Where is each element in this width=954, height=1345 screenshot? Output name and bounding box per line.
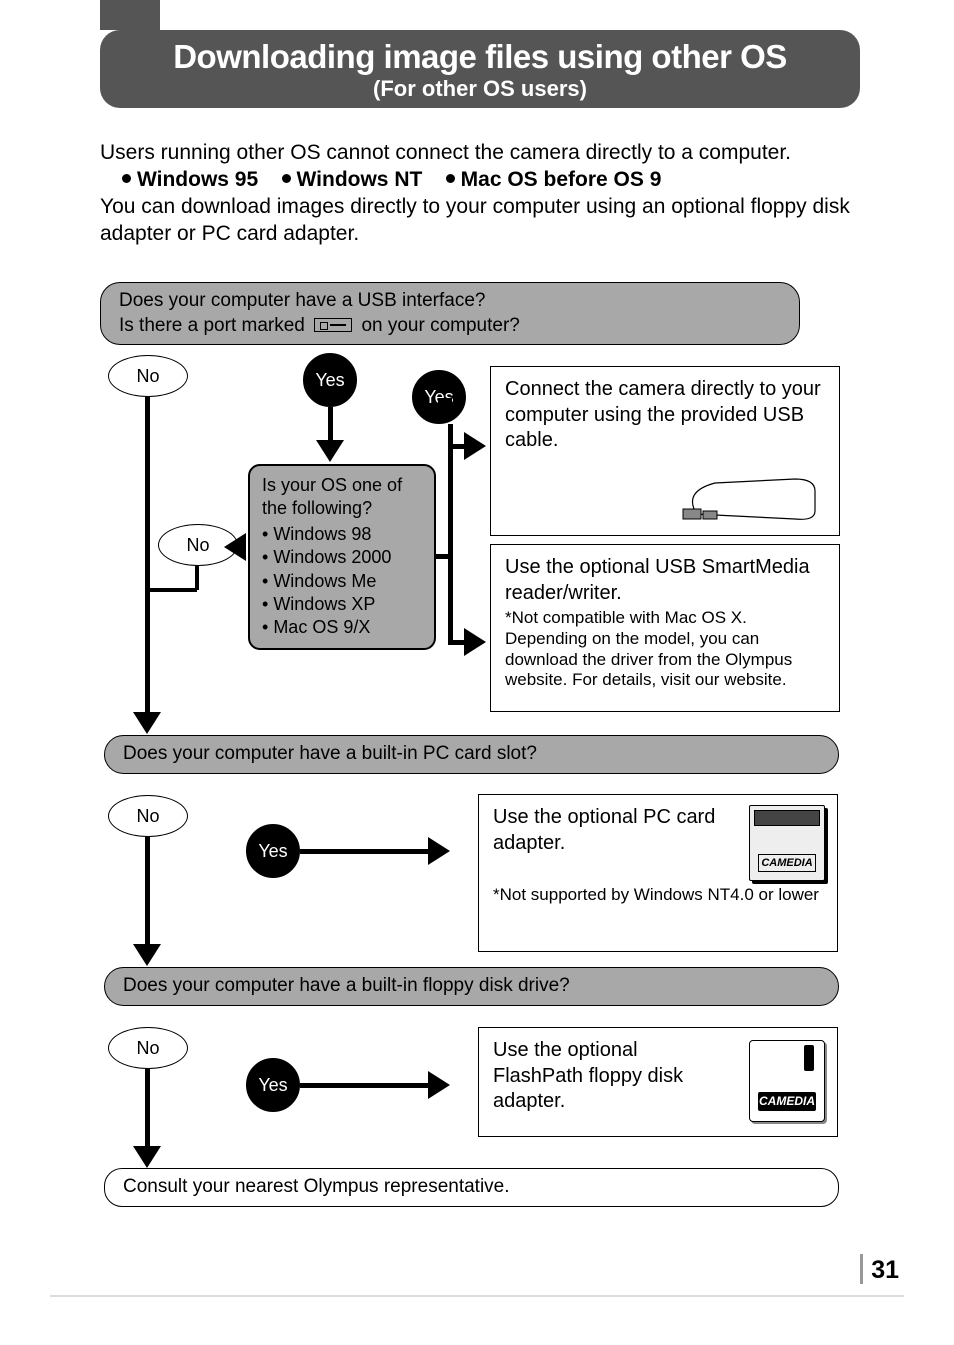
pc-card-brand: CAMEDIA [758,854,816,872]
os-compat-list: Windows 95 Windows NT Mac OS before OS 9 [100,167,860,194]
answer-yes: Yes [246,1058,300,1112]
arrow-segment [300,849,430,854]
consult-representative: Consult your nearest Olympus representat… [104,1168,839,1207]
os-box-item: Windows 98 [262,523,422,546]
result-usb-cable: Connect the camera directly to your comp… [490,366,840,536]
page-header: Downloading image files using other OS (… [100,30,860,108]
os-item: Mac OS before OS 9 [461,168,662,191]
arrow-segment [145,1069,150,1149]
floppy-brand: CAMEDIA [758,1092,816,1111]
usb-port-icon [314,318,352,332]
arrow-segment [145,397,150,717]
arrow-head [133,712,161,734]
usb-cable-icon [675,471,825,527]
arrow-segment [328,407,333,443]
arrow-head [464,628,486,656]
arrow-head [133,944,161,966]
arrow-segment [147,588,197,592]
result-text: Use the optional USB SmartMedia reader/w… [505,555,825,606]
intro-line-1: Users running other OS cannot connect th… [100,140,860,167]
intro-line-2: You can download images directly to your… [100,194,860,248]
floppy-icon: CAMEDIA [749,1040,825,1122]
arrow-segment [300,1083,430,1088]
arrow-head [224,533,246,561]
pc-card-icon: CAMEDIA [749,805,825,881]
arrow-head [428,837,450,865]
intro-text: Users running other OS cannot connect th… [100,140,860,248]
answer-no: No [108,795,188,837]
answer-no: No [108,1027,188,1069]
arrow-head [133,1146,161,1168]
os-item: Windows 95 [137,168,258,191]
result-text: Use the optional FlashPath floppy disk a… [493,1038,723,1115]
answer-no: No [108,355,188,397]
question-usb-interface: Does your computer have a USB interface?… [100,282,800,345]
page-number: 31 [860,1254,899,1285]
page-subtitle: (For other OS users) [110,76,850,102]
result-smartmedia-reader: Use the optional USB SmartMedia reader/w… [490,544,840,712]
answer-yes: Yes [303,353,357,407]
question-pc-card-slot: Does your computer have a built-in PC ca… [104,735,839,774]
result-flashpath-adapter: Use the optional FlashPath floppy disk a… [478,1027,838,1137]
result-text: Use the optional PC card adapter. [493,805,723,856]
os-box-list: Windows 98 Windows 2000 Windows Me Windo… [262,523,422,640]
arrow-head [428,1071,450,1099]
result-note: *Not supported by Windows NT4.0 or lower [493,884,823,906]
result-pc-card-adapter: Use the optional PC card adapter. CAMEDI… [478,794,838,952]
arrow-segment [195,566,199,590]
os-box-item: Windows 2000 [262,546,422,569]
result-text: Connect the camera directly to your comp… [505,377,825,454]
footer-divider [50,1295,904,1297]
result-note: *Not compatible with Mac OS X. Depending… [505,608,825,691]
header-tab [100,0,160,30]
arrow-head [316,440,344,462]
arrow-segment [145,837,150,947]
os-item: Windows NT [297,168,423,191]
os-box-prompt: Is your OS one of the following? [262,474,422,521]
arrow-segment [436,554,452,559]
arrow-segment [438,398,452,403]
page-title: Downloading image files using other OS [110,38,850,76]
os-box-item: Mac OS 9/X [262,616,422,639]
q1-line-b: Is there a port marked on your computer? [119,314,781,339]
os-box-item: Windows Me [262,570,422,593]
os-check-box: Is your OS one of the following? Windows… [248,464,436,650]
answer-yes: Yes [246,824,300,878]
question-floppy-drive: Does your computer have a built-in flopp… [104,967,839,1006]
os-box-item: Windows XP [262,593,422,616]
arrow-segment [448,424,453,644]
arrow-head [464,432,486,460]
answer-yes: Yes [412,370,466,424]
q1-line-a: Does your computer have a USB interface? [119,289,781,314]
